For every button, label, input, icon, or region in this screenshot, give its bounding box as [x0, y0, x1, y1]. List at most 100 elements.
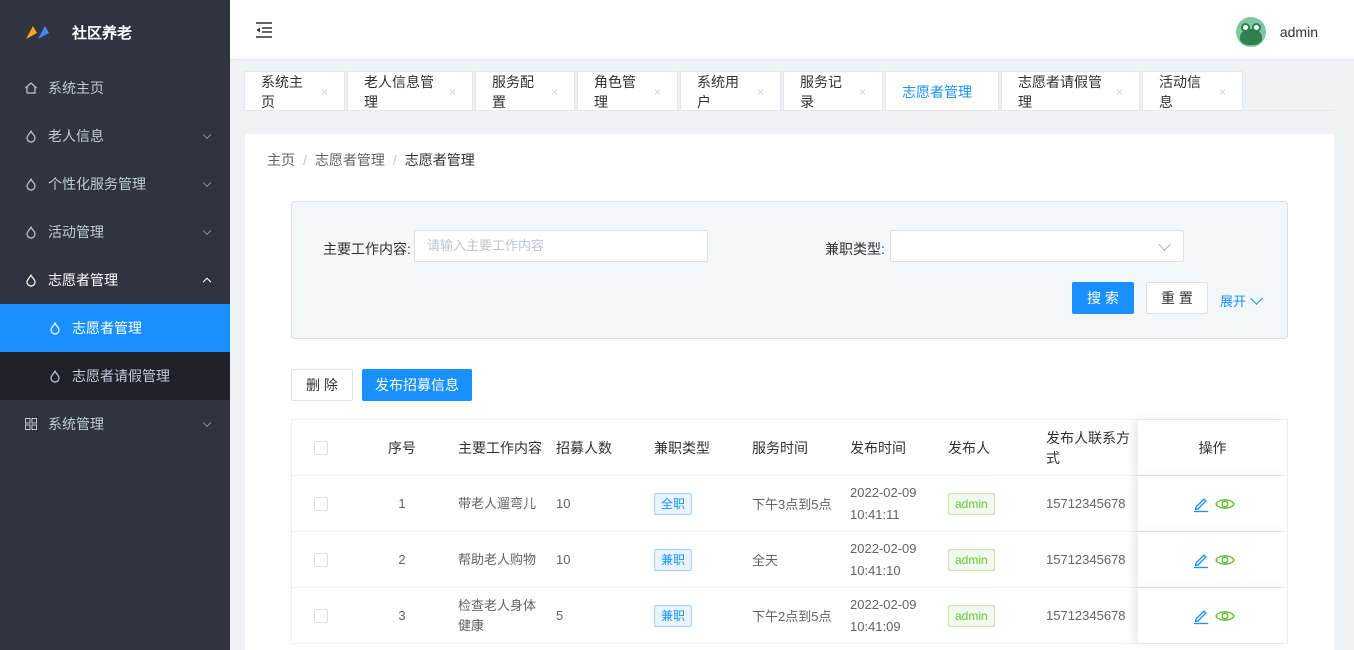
publish-date: 2022-02-09 — [850, 540, 917, 556]
tab-label: 老人信息管理 — [364, 73, 434, 110]
sidebar-item-activity[interactable]: 活动管理 — [0, 208, 230, 256]
user-name: admin — [1279, 24, 1318, 40]
close-icon[interactable]: × — [859, 85, 866, 99]
type-label: 兼职类型: — [825, 241, 885, 257]
close-icon[interactable]: × — [757, 85, 764, 99]
breadcrumb-home[interactable]: 主页 — [267, 152, 295, 168]
row-checkbox[interactable] — [314, 496, 328, 511]
tab-role-manage[interactable]: 角色管理 × — [577, 71, 678, 111]
cell-count: 5 — [556, 608, 564, 623]
breadcrumb-parent[interactable]: 志愿者管理 — [315, 152, 385, 168]
expand-toggle[interactable]: 展开 — [1220, 291, 1263, 310]
sidebar-item-label: 活动管理 — [48, 224, 104, 240]
breadcrumb-separator: / — [303, 152, 307, 168]
tab-elderly-info[interactable]: 老人信息管理 × — [347, 71, 473, 111]
chevron-up-icon — [202, 277, 212, 287]
tab-label: 服务配置 — [492, 73, 534, 110]
sidebar: 社区养老 系统主页 老人信息 个性化服务管理 活动管理 志愿者管理 志愿者管理 … — [0, 0, 230, 650]
tabs-bar: 系统主页 × 老人信息管理 × 服务配置 × 角色管理 × 系统用户 × 服务记录 × 志愿… — [244, 71, 1245, 111]
drop-icon — [24, 273, 38, 287]
header-count: 招募人数 — [556, 439, 612, 456]
sidebar-item-system[interactable]: 系统管理 — [0, 400, 230, 448]
type-tag: 全职 — [654, 492, 693, 515]
header-service-time: 服务时间 — [752, 439, 808, 456]
close-icon[interactable]: × — [449, 85, 456, 99]
cell-service-time: 下午3点到5点 — [752, 497, 832, 512]
tab-label: 服务记录 — [800, 73, 842, 110]
sidebar-item-home[interactable]: 系统主页 — [0, 64, 230, 112]
tab-label: 系统主页 — [261, 73, 303, 110]
chevron-down-icon — [202, 130, 212, 140]
drop-icon — [24, 177, 38, 191]
content-label: 主要工作内容: — [323, 241, 411, 257]
type-select[interactable] — [890, 230, 1184, 262]
header-index: 序号 — [388, 439, 416, 456]
row-checkbox[interactable] — [314, 552, 328, 567]
close-icon[interactable]: × — [654, 85, 661, 99]
table-row: 2 帮助老人购物 10 兼职 全天 2022-02-09 10:41:10 adm… — [292, 532, 1287, 588]
publisher-tag: admin — [948, 604, 995, 627]
edit-icon[interactable] — [1191, 550, 1211, 570]
publish-button[interactable]: 发布招募信息 — [362, 369, 472, 401]
header-type: 兼职类型 — [654, 439, 710, 456]
sidebar-subitem-label: 志愿者管理 — [72, 320, 142, 336]
drop-icon — [48, 321, 62, 335]
view-icon[interactable] — [1214, 550, 1235, 570]
tab-volunteer-manage[interactable]: 志愿者管理 — [885, 71, 999, 111]
close-icon[interactable]: × — [1219, 85, 1226, 99]
cell-count: 10 — [556, 552, 571, 567]
header-publish-time: 发布时间 — [850, 439, 906, 456]
row-checkbox[interactable] — [314, 608, 328, 623]
volunteer-table: 序号 主要工作内容 招募人数 兼职类型 服务时间 发布时间 发布人 发布人联系方… — [291, 419, 1288, 644]
reset-button[interactable]: 重 置 — [1146, 282, 1208, 314]
chevron-down-icon — [1250, 291, 1263, 305]
tab-label: 志愿者管理 — [902, 83, 972, 100]
view-icon[interactable] — [1214, 494, 1235, 514]
sidebar-item-elderly-info[interactable]: 老人信息 — [0, 112, 230, 160]
close-icon[interactable]: × — [551, 85, 558, 99]
publish-clock: 10:41:10 — [850, 562, 901, 578]
cell-phone: 15712345678 — [1046, 607, 1126, 623]
search-button[interactable]: 搜 索 — [1072, 282, 1134, 314]
publisher-tag: admin — [948, 548, 995, 571]
table-row: 3 检查老人身体健康 5 兼职 下午2点到5点 2022-02-09 10:41:… — [292, 588, 1287, 644]
breadcrumb-current: 志愿者管理 — [404, 152, 475, 168]
tab-volunteer-leave[interactable]: 志愿者请假管理 × — [1001, 71, 1140, 111]
edit-icon[interactable] — [1191, 606, 1211, 626]
cell-phone: 15712345678 — [1046, 551, 1126, 567]
delete-button[interactable]: 删 除 — [291, 369, 353, 401]
cell-content: 帮助老人购物 — [458, 551, 537, 567]
app-title: 社区养老 — [72, 24, 133, 42]
publish-date: 2022-02-09 — [850, 596, 917, 612]
header-phone: 发布人联系方式 — [1046, 429, 1130, 466]
select-all-checkbox[interactable] — [314, 440, 328, 455]
tab-system-user[interactable]: 系统用户 × — [680, 71, 781, 111]
close-icon[interactable]: × — [321, 85, 328, 99]
row-actions — [1137, 532, 1287, 587]
menu-fold-icon[interactable] — [254, 20, 274, 40]
close-icon[interactable]: × — [1116, 85, 1123, 99]
breadcrumb-separator: / — [392, 152, 397, 168]
publish-clock: 10:41:11 — [850, 506, 900, 522]
sidebar-item-volunteer[interactable]: 志愿者管理 — [0, 256, 230, 304]
tab-service-config[interactable]: 服务配置 × — [475, 71, 575, 111]
tab-home[interactable]: 系统主页 × — [244, 71, 345, 111]
chevron-down-icon — [202, 226, 212, 236]
sidebar-subitem-volunteer-leave[interactable]: 志愿者请假管理 — [0, 352, 230, 400]
chevron-down-icon — [1158, 238, 1171, 251]
edit-icon[interactable] — [1191, 494, 1211, 514]
avatar[interactable] — [1235, 17, 1266, 47]
tab-label: 志愿者请假管理 — [1018, 73, 1102, 110]
search-form: 主要工作内容: 请输入主要工作内容 兼职类型: 搜 索 重 置 展开 — [291, 201, 1288, 339]
user-menu[interactable]: admin — [1235, 17, 1318, 47]
logo[interactable]: 社区养老 — [0, 0, 230, 64]
content-input[interactable]: 请输入主要工作内容 — [414, 230, 708, 262]
sidebar-item-personal-service[interactable]: 个性化服务管理 — [0, 160, 230, 208]
sidebar-item-label: 系统主页 — [48, 80, 104, 96]
view-icon[interactable] — [1214, 606, 1235, 626]
tab-service-record[interactable]: 服务记录 × — [783, 71, 883, 111]
cell-index: 1 — [398, 496, 406, 511]
sidebar-subitem-volunteer-manage[interactable]: 志愿者管理 — [0, 304, 230, 352]
expand-label: 展开 — [1220, 294, 1247, 309]
tab-activity-info[interactable]: 活动信息 × — [1142, 71, 1243, 111]
